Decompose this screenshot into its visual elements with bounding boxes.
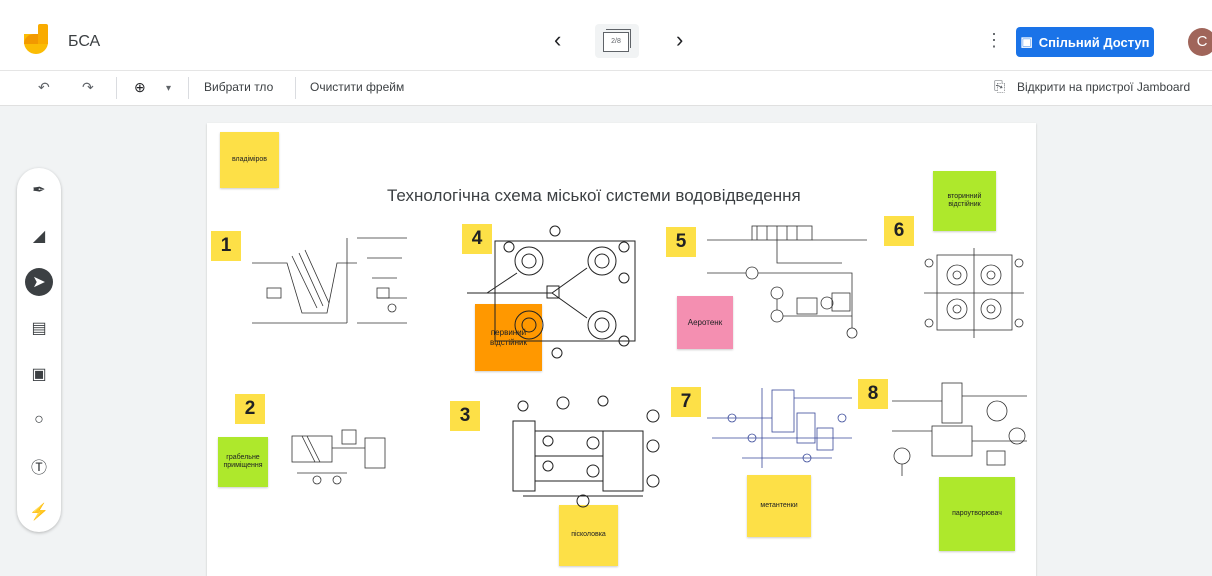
text-box-icon[interactable]: Ⓣ — [25, 452, 53, 480]
number-badge[interactable]: 6 — [884, 216, 914, 246]
sticky-note-icon[interactable]: ▤ — [25, 314, 53, 342]
diagram-grates-drawing — [252, 237, 407, 324]
open-on-device-button[interactable]: Відкрити на пристрої Jamboard — [1017, 80, 1190, 94]
pen-icon[interactable]: ✒ — [25, 176, 53, 204]
frame-indicator-button[interactable]: 2/8 — [595, 24, 639, 58]
toolbar: ↶ ↷ ⊕ ▾ Вибрати тло Очистити фрейм ⎘ Від… — [0, 71, 1212, 106]
jam-canvas[interactable]: Технологічна схема міської системи водов… — [207, 123, 1036, 576]
diagram-grates-room[interactable] — [287, 418, 397, 488]
sticky-note[interactable]: вторинний відстійник — [933, 171, 996, 231]
sticky-note[interactable]: грабельне приміщення — [218, 437, 268, 487]
more-options-icon[interactable]: ⋮ — [985, 30, 1003, 51]
diagram-steam-generator[interactable] — [887, 371, 1037, 481]
number-badge[interactable]: 7 — [671, 387, 701, 417]
diagram-steam-generator-drawing — [892, 382, 1027, 476]
image-icon[interactable]: ▣ — [25, 360, 53, 388]
avatar[interactable]: C — [1188, 28, 1212, 56]
diagram-sand-traps-drawing — [512, 395, 660, 508]
diagram-secondary-settlers-drawing — [924, 248, 1024, 338]
sticky-note[interactable]: метантенки — [747, 475, 811, 537]
zoom-icon[interactable]: ⊕ — [134, 79, 146, 96]
divider — [116, 77, 117, 99]
diagram-sand-traps[interactable] — [503, 391, 663, 511]
laser-icon[interactable]: ⚡ — [25, 498, 53, 526]
previous-frame-icon[interactable]: ‹ — [554, 28, 561, 52]
select-icon[interactable]: ➤ — [25, 268, 53, 296]
present-on-device-icon[interactable]: ⎘ — [994, 78, 1005, 95]
eraser-icon[interactable]: ◢ — [25, 222, 53, 250]
sticky-note[interactable]: пісколовка — [559, 505, 618, 566]
undo-icon[interactable]: ↶ — [38, 79, 50, 96]
next-frame-icon[interactable]: › — [676, 28, 683, 52]
sticky-note[interactable]: владіміров — [220, 132, 279, 188]
tools-sidebar: ✒ ◢ ➤ ▤ ▣ ○ Ⓣ ⚡ — [17, 168, 61, 532]
diagram-secondary-settlers[interactable] — [919, 243, 1029, 343]
diagram-aerotank-drawing — [707, 225, 867, 339]
share-icon: ▣ — [1020, 34, 1033, 49]
frame-indicator-label: 2/8 — [603, 32, 629, 52]
number-badge[interactable]: 5 — [666, 227, 696, 257]
share-button[interactable]: ▣ Спільний Доступ — [1016, 27, 1154, 57]
diagram-grates-room-drawing — [291, 429, 386, 485]
set-background-button[interactable]: Вибрати тло — [204, 80, 273, 94]
shape-icon[interactable]: ○ — [25, 406, 53, 434]
redo-icon[interactable]: ↷ — [82, 79, 94, 96]
divider — [188, 77, 189, 99]
sticky-note[interactable]: пароутворювач — [939, 477, 1015, 551]
diagram-primary-settlers-drawing — [467, 225, 636, 359]
number-badge[interactable]: 2 — [235, 394, 265, 424]
diagram-metantanks-drawing — [707, 388, 852, 468]
canvas-heading[interactable]: Технологічна схема міської системи водов… — [387, 186, 801, 206]
number-badge[interactable]: 3 — [450, 401, 480, 431]
document-title[interactable]: БСА — [68, 33, 100, 51]
diagram-primary-settlers[interactable] — [457, 223, 642, 363]
clear-frame-button[interactable]: Очистити фрейм — [310, 80, 404, 94]
number-badge[interactable]: 1 — [211, 231, 241, 261]
number-badge[interactable]: 8 — [858, 379, 888, 409]
diagram-metantanks[interactable] — [702, 378, 862, 478]
divider — [295, 77, 296, 99]
diagram-aerotank[interactable] — [702, 218, 872, 358]
zoom-dropdown-icon[interactable]: ▾ — [166, 83, 171, 94]
share-label: Спільний Доступ — [1038, 34, 1150, 50]
diagram-grates[interactable] — [247, 228, 417, 343]
top-bar: БСА ‹ 2/8 › ⋮ ▣ Спільний Доступ C — [0, 0, 1212, 71]
jamboard-logo-icon[interactable] — [24, 24, 52, 54]
